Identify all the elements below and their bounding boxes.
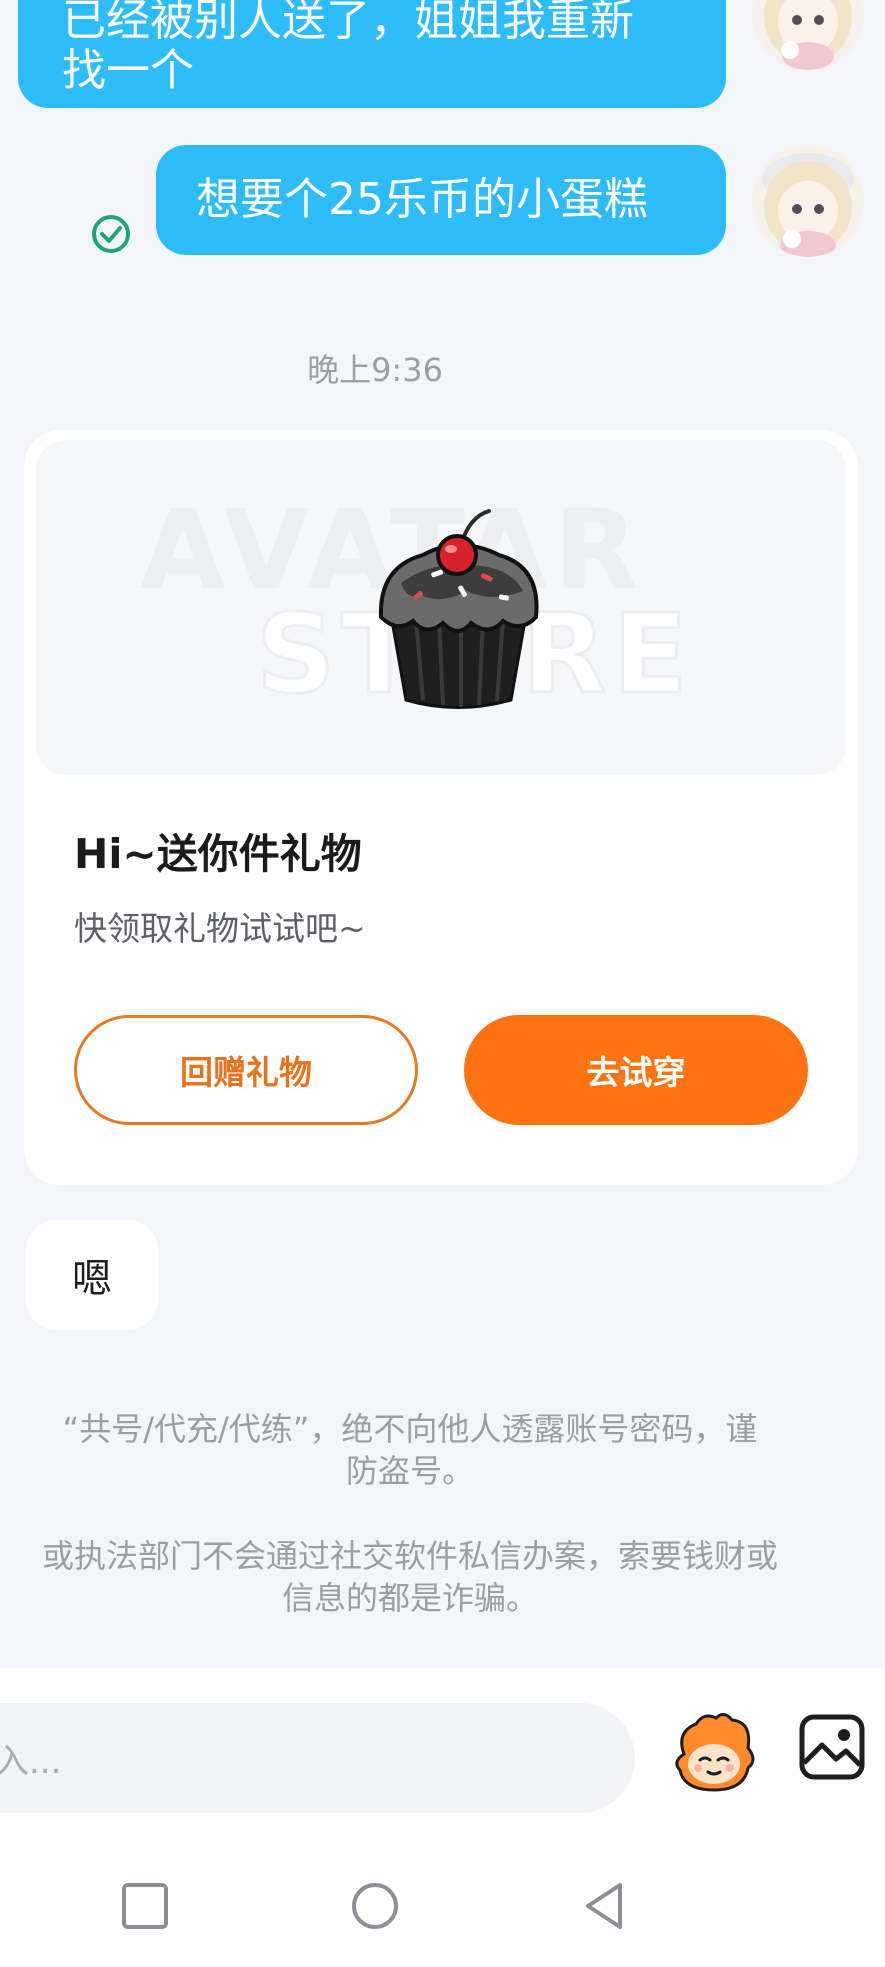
chat-screen: 已经被别人送了，姐姐我重新 找一个 想要个25乐币的小蛋糕 晚上9:36 AVA… xyxy=(0,0,885,1967)
gift-image-panel: AVATAR STORE xyxy=(36,440,846,775)
gift-subtitle: 快领取礼物试试吧~ xyxy=(74,909,366,948)
gift-title: Hi~送你件礼物 xyxy=(74,830,362,878)
return-gift-button[interactable]: 回赠礼物 xyxy=(74,1015,418,1125)
circle-icon[interactable] xyxy=(350,1881,400,1931)
check-circle-icon xyxy=(92,215,130,253)
cupcake-icon xyxy=(378,509,539,709)
fraud-warning-notice: 或执法部门不会通过社交软件私信办案，索要钱财或 信息的都是诈骗。 xyxy=(41,1537,778,1617)
gift-card[interactable]: AVATAR STORE Hi~送 xyxy=(24,430,858,1185)
outgoing-message-bubble[interactable]: 想要个25乐币的小蛋糕 xyxy=(156,145,726,255)
message-timestamp: 晚上9:36 xyxy=(307,351,443,389)
message-input[interactable]: 入... xyxy=(0,1703,635,1813)
avatar-image xyxy=(752,145,864,257)
square-icon[interactable] xyxy=(120,1881,170,1931)
message-composer: 入... xyxy=(0,1668,885,1843)
user-avatar[interactable] xyxy=(752,0,864,70)
system-nav-bar xyxy=(0,1843,885,1967)
incoming-message-bubble[interactable]: 嗯 xyxy=(26,1220,158,1330)
user-avatar[interactable] xyxy=(752,145,864,257)
account-safety-notice: “共号/代充/代练”，绝不向他人透露账号密码，谨 防盗号。 xyxy=(62,1410,758,1490)
try-on-button[interactable]: 去试穿 xyxy=(464,1015,808,1125)
outgoing-message-bubble[interactable]: 已经被别人送了，姐姐我重新 找一个 xyxy=(18,0,726,108)
mascot-sticker-icon[interactable] xyxy=(670,1708,758,1796)
image-icon[interactable] xyxy=(798,1713,866,1781)
avatar-image xyxy=(752,0,864,70)
triangle-back-icon[interactable] xyxy=(580,1881,630,1931)
